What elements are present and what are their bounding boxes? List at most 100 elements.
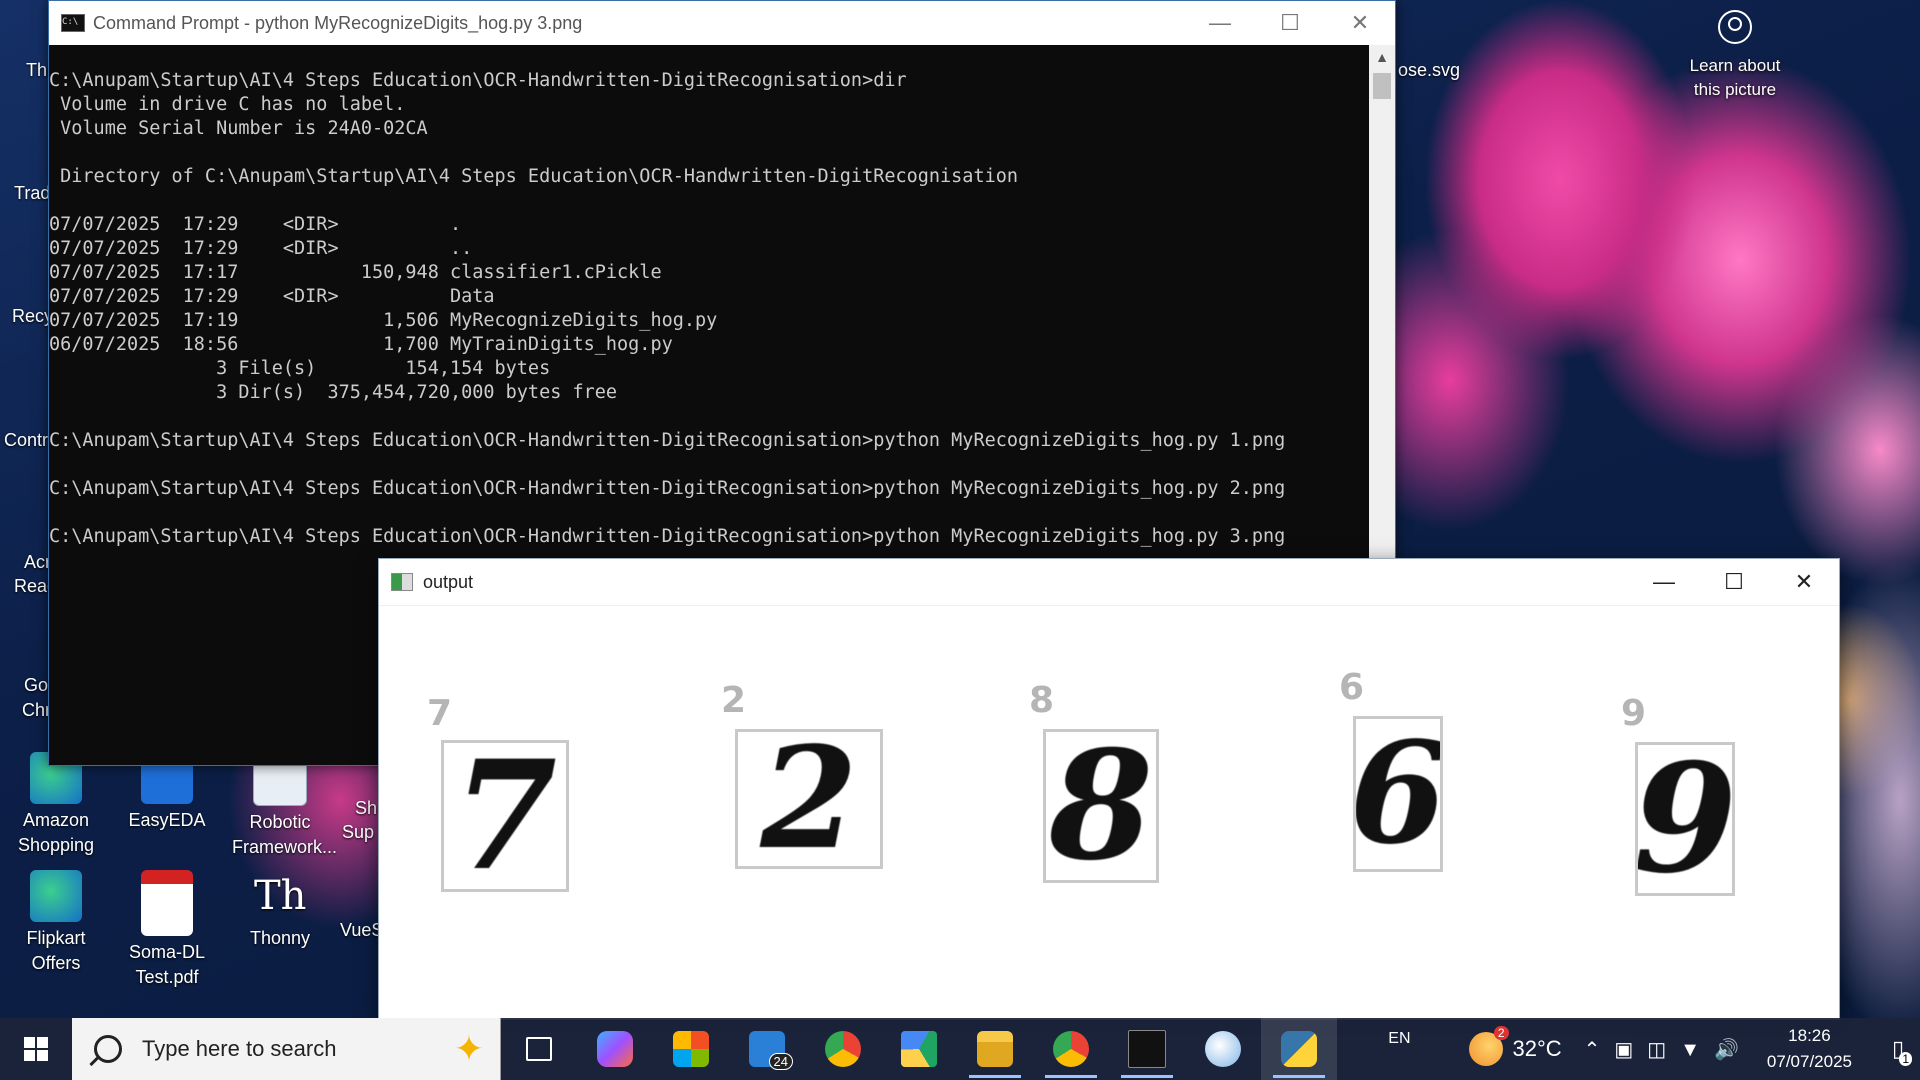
desktop-icon-clipped-label: Recy: [12, 306, 54, 326]
python-button[interactable]: [1261, 1018, 1337, 1080]
drive-icon: [901, 1031, 937, 1067]
handwritten-digit: 6: [1353, 716, 1443, 872]
output-window-title: output: [423, 571, 474, 592]
mail-badge: 24: [768, 1053, 793, 1070]
google-drive-button[interactable]: [881, 1018, 957, 1080]
desktop-icon-clipped-label: Go: [24, 675, 49, 695]
file-explorer-button[interactable]: [957, 1018, 1033, 1080]
weather-badge: 2: [1493, 1026, 1509, 1040]
desktop-icon-clipped-label: ose.svg: [1398, 60, 1461, 80]
console-line: C:\Anupam\Startup\AI\4 Steps Education\O…: [49, 526, 1286, 547]
cmd-titlebar[interactable]: C:\ Command Prompt - python MyRecognizeD…: [49, 1, 1395, 45]
desktop-icon-amazon-shopping[interactable]: Amazon Shopping: [8, 752, 104, 858]
file-explorer-icon: [977, 1031, 1013, 1067]
desktop-icon-label: Flipkart Offers: [26, 928, 86, 973]
opencv-app-icon: [391, 573, 413, 591]
cmd-window-title: Command Prompt - python MyRecognizeDigit…: [93, 12, 583, 33]
paint-button[interactable]: [1185, 1018, 1261, 1080]
console-line: C:\Anupam\Startup\AI\4 Steps Education\O…: [49, 70, 907, 91]
desktop-icon-flipkart-offers[interactable]: Flipkart Offers: [8, 870, 104, 976]
copilot-button[interactable]: [577, 1018, 653, 1080]
console-line: 06/07/2025 18:56 1,700 MyTrainDigits_hog…: [49, 334, 673, 355]
windows-logo-icon: [24, 1037, 48, 1061]
thonny-icon: Th: [254, 873, 307, 919]
clock[interactable]: 18:26 07/07/2025: [1767, 1023, 1852, 1075]
minimize-button[interactable]: —: [1185, 1, 1255, 45]
console-line: Volume in drive C has no label.: [49, 94, 406, 115]
desktop-icon-label: Thonny: [249, 928, 311, 948]
minimize-button[interactable]: —: [1629, 559, 1699, 605]
handwritten-digit: 2: [760, 729, 858, 869]
camera-icon: [1718, 10, 1752, 44]
close-button[interactable]: ✕: [1769, 559, 1839, 605]
handwritten-digit: 7: [452, 740, 558, 892]
desktop-icon-robotic-framework[interactable]: Robotic Framework...: [232, 752, 337, 860]
console-line: 3 Dir(s) 375,454,720,000 bytes free: [49, 382, 618, 403]
taskbar-search-box[interactable]: Type here to search ✦: [72, 1018, 501, 1080]
store-button[interactable]: [653, 1018, 729, 1080]
digit-bounding-box: 7: [441, 740, 569, 892]
console-line: 07/07/2025 17:29 <DIR> .: [49, 214, 462, 235]
output-window[interactable]: output — ☐ ✕ 7 7 2 2 8 8 6 6 9 9: [378, 558, 1840, 1020]
desktop-icon-clipped-label: Sup: [342, 822, 375, 842]
weather-icon: 2: [1468, 1026, 1509, 1066]
language-indicator[interactable]: EN: [1388, 1030, 1410, 1048]
console-line: Directory of C:\Anupam\Startup\AI\4 Step…: [49, 166, 1019, 187]
desktop-icon-label: Robotic Framework...: [232, 812, 338, 857]
python-icon: [1281, 1031, 1317, 1067]
chrome-profile-button[interactable]: [1033, 1018, 1109, 1080]
digit-bounding-box: 9: [1635, 742, 1735, 896]
search-highlight-icon: ✦: [453, 1028, 484, 1069]
predicted-label: 6: [1339, 667, 1365, 708]
task-view-button[interactable]: [501, 1018, 577, 1080]
mail-button[interactable]: 24: [729, 1018, 805, 1080]
predicted-label: 7: [427, 693, 453, 734]
desktop-icon-clipped-label: Acr: [24, 552, 51, 572]
desktop-icon-clipped-label: VueS: [340, 920, 384, 940]
clock-time: 18:26: [1788, 1026, 1831, 1045]
predicted-label: 8: [1029, 680, 1055, 721]
store-icon: [673, 1031, 709, 1067]
predicted-label: 9: [1621, 693, 1647, 734]
desktop-icon-thonny[interactable]: Th Thonny: [232, 870, 328, 951]
clock-date: 07/07/2025: [1766, 1052, 1852, 1071]
chrome-icon: [825, 1031, 861, 1067]
paint-icon: [1205, 1031, 1241, 1067]
scrollbar-thumb[interactable]: [1373, 73, 1391, 99]
tray-icons[interactable]: ⌃▣◫▼🔊: [1584, 1037, 1753, 1062]
taskbar: Type here to search ✦ 24 EN 2 32°C ⌃▣◫▼🔊…: [0, 1018, 1920, 1080]
weather-widget[interactable]: 2 32°C: [1468, 1026, 1562, 1066]
digit-bounding-box: 8: [1043, 729, 1159, 883]
pdf-icon: [141, 870, 193, 936]
notification-center-button[interactable]: ▯ 1: [1876, 1018, 1920, 1080]
terminal-button[interactable]: [1109, 1018, 1185, 1080]
learn-about-picture[interactable]: Learn about this picture: [1675, 10, 1795, 102]
close-button[interactable]: ✕: [1325, 1, 1395, 45]
desktop-icon-clipped-label: Sh: [355, 798, 378, 818]
search-placeholder: Type here to search: [142, 1036, 337, 1061]
console-line: 07/07/2025 17:29 <DIR> Data: [49, 286, 495, 307]
start-button[interactable]: [0, 1018, 72, 1080]
desktop-icon-clipped-label: Contr: [4, 430, 49, 450]
terminal-icon: [1128, 1030, 1166, 1068]
digit-bounding-box: 2: [735, 729, 883, 869]
search-icon: [94, 1035, 122, 1063]
desktop-icon-soma-dl-test-pdf[interactable]: Soma-DL Test.pdf: [119, 870, 215, 990]
console-line: C:\Anupam\Startup\AI\4 Steps Education\O…: [49, 430, 1286, 451]
desktop-icon-clipped-label: Trad: [14, 183, 51, 203]
maximize-button[interactable]: ☐: [1255, 1, 1325, 45]
notification-count: 1: [1899, 1052, 1912, 1066]
output-titlebar[interactable]: output — ☐ ✕: [379, 559, 1839, 606]
desktop-icon-label: EasyEDA: [128, 810, 206, 830]
maximize-button[interactable]: ☐: [1699, 559, 1769, 605]
scroll-up-icon[interactable]: ▲: [1369, 45, 1395, 69]
copilot-icon: [597, 1031, 633, 1067]
edge-icon: [30, 870, 82, 922]
desktop-icon-label: Amazon Shopping: [17, 810, 95, 855]
chrome-button[interactable]: [805, 1018, 881, 1080]
task-view-icon: [526, 1037, 552, 1061]
